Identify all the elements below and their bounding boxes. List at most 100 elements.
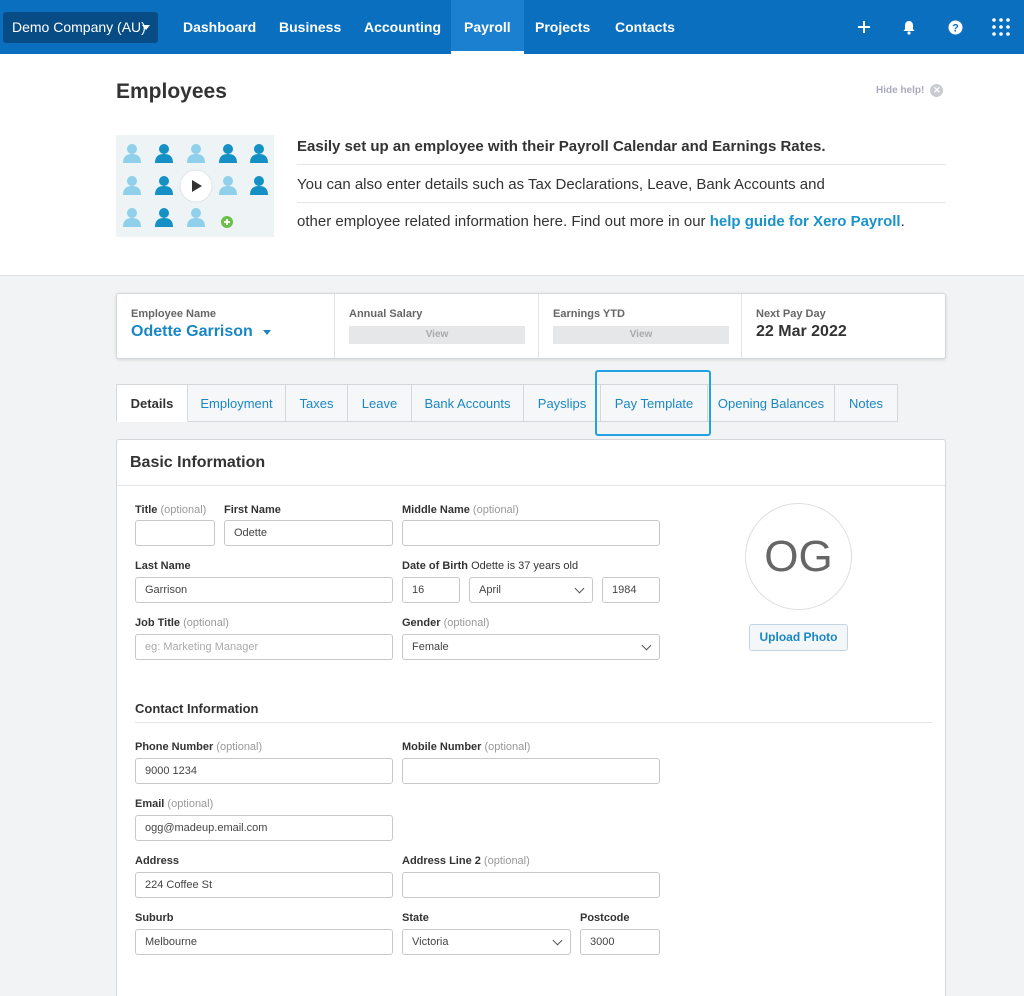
- title-label-text: Title: [135, 504, 158, 516]
- employee-switcher[interactable]: Odette Garrison: [131, 323, 334, 341]
- top-nav: Demo Company (AU) Dashboard Business Acc…: [0, 0, 1024, 54]
- tab-opening-balances[interactable]: Opening Balances: [708, 384, 835, 422]
- help-headline: Easily set up an employee with their Pay…: [297, 138, 826, 155]
- dob-year-field[interactable]: 1984: [602, 577, 660, 603]
- address-label: Address: [135, 855, 180, 867]
- dob-label: Date of Birth Odette is 37 years old: [402, 560, 578, 572]
- postcode-field[interactable]: 3000: [580, 929, 660, 955]
- tab-employment[interactable]: Employment: [188, 384, 286, 422]
- basic-information-heading: Basic Information: [130, 454, 266, 471]
- divider: [135, 722, 932, 723]
- tab-taxes[interactable]: Taxes: [286, 384, 348, 422]
- nav-accounting[interactable]: Accounting: [351, 0, 454, 54]
- dob-label-text: Date of Birth: [402, 560, 468, 572]
- employees-illustration-video[interactable]: [116, 135, 274, 237]
- nav-contacts[interactable]: Contacts: [602, 0, 688, 54]
- address-line-2-label: Address Line 2 (optional): [402, 855, 530, 867]
- suburb-field[interactable]: Melbourne: [135, 929, 393, 955]
- optional-text: (optional): [443, 617, 490, 629]
- mobile-label-text: Mobile Number: [402, 741, 482, 753]
- divider: [297, 164, 946, 165]
- phone-label-text: Phone Number: [135, 741, 214, 753]
- employee-summary-card: Employee Name Odette Garrison Annual Sal…: [116, 293, 946, 359]
- title-field[interactable]: [135, 520, 215, 546]
- dob-day-field[interactable]: 16: [402, 577, 460, 603]
- help-text-prefix: other employee related information here.…: [297, 213, 710, 230]
- first-name-field[interactable]: Odette: [224, 520, 393, 546]
- tab-bank-accounts[interactable]: Bank Accounts: [412, 384, 524, 422]
- optional-text: (optional): [484, 741, 531, 753]
- help-text-line-3: other employee related information here.…: [297, 213, 905, 230]
- help-text-line-2: You can also enter details such as Tax D…: [297, 176, 825, 193]
- optional-text: (optional): [216, 741, 263, 753]
- optional-text: (optional): [483, 855, 530, 867]
- tab-leave[interactable]: Leave: [348, 384, 412, 422]
- tab-notes[interactable]: Notes: [835, 384, 898, 422]
- next-pay-day-label: Next Pay Day: [756, 308, 826, 320]
- svg-text:?: ?: [952, 22, 959, 34]
- plus-icon[interactable]: [852, 0, 876, 54]
- phone-field[interactable]: 9000 1234: [135, 758, 393, 784]
- suburb-label: Suburb: [135, 912, 174, 924]
- employee-name: Odette Garrison: [131, 323, 253, 340]
- dob-month-select[interactable]: April: [469, 577, 593, 603]
- last-name-label: Last Name: [135, 560, 191, 572]
- phone-label: Phone Number (optional): [135, 741, 262, 753]
- address-line-2-field[interactable]: [402, 872, 660, 898]
- hide-help-link[interactable]: Hide help! ✕: [876, 84, 944, 97]
- state-label: State: [402, 912, 429, 924]
- address-field[interactable]: 224 Coffee St: [135, 872, 393, 898]
- nav-payroll[interactable]: Payroll: [451, 0, 524, 54]
- pay-template-highlight: [595, 370, 711, 436]
- page-title: Employees: [116, 80, 227, 103]
- email-label-text: Email: [135, 798, 165, 810]
- app-grid-icon[interactable]: [989, 0, 1013, 54]
- help-guide-link[interactable]: help guide for Xero Payroll: [710, 213, 901, 230]
- earnings-ytd-cell: Earnings YTD View: [539, 294, 742, 358]
- employee-name-label: Employee Name: [131, 308, 216, 320]
- optional-text: (optional): [167, 798, 214, 810]
- divider: [297, 202, 946, 203]
- caret-down-icon: [142, 25, 150, 30]
- middle-name-field[interactable]: [402, 520, 660, 546]
- next-pay-day-value: 22 Mar 2022: [756, 323, 847, 340]
- optional-text: (optional): [183, 617, 229, 629]
- nav-business[interactable]: Business: [266, 0, 354, 54]
- state-select[interactable]: Victoria: [402, 929, 571, 955]
- address-line-2-label-text: Address Line 2: [402, 855, 481, 867]
- job-title-field[interactable]: eg: Marketing Manager: [135, 634, 393, 660]
- avatar: OG: [745, 503, 852, 610]
- nav-projects[interactable]: Projects: [522, 0, 603, 54]
- annual-salary-view-button[interactable]: View: [349, 326, 525, 344]
- help-text-suffix: .: [900, 213, 905, 230]
- earnings-ytd-label: Earnings YTD: [553, 308, 625, 320]
- annual-salary-cell: Annual Salary View: [335, 294, 539, 358]
- gender-select[interactable]: Female: [402, 634, 660, 660]
- tab-payslips[interactable]: Payslips: [524, 384, 601, 422]
- email-field[interactable]: ogg@madeup.email.com: [135, 815, 393, 841]
- org-switcher[interactable]: Demo Company (AU): [3, 12, 158, 43]
- middle-name-label: Middle Name (optional): [402, 504, 519, 516]
- optional-text: (optional): [160, 504, 207, 516]
- age-note: Odette is 37 years old: [471, 560, 579, 572]
- close-icon: ✕: [930, 84, 944, 97]
- optional-text: (optional): [472, 504, 519, 516]
- next-pay-day-cell: Next Pay Day 22 Mar 2022: [742, 294, 945, 358]
- bell-icon[interactable]: [897, 0, 921, 54]
- gender-label-text: Gender: [402, 617, 441, 629]
- email-label: Email (optional): [135, 798, 213, 810]
- mobile-field[interactable]: [402, 758, 660, 784]
- employee-name-cell: Employee Name Odette Garrison: [117, 294, 335, 358]
- nav-dashboard[interactable]: Dashboard: [170, 0, 269, 54]
- divider: [117, 485, 945, 486]
- first-name-label: First Name: [224, 504, 281, 516]
- contact-information-heading: Contact Information: [135, 701, 259, 716]
- tab-details[interactable]: Details: [116, 384, 188, 422]
- hide-help-label: Hide help!: [876, 85, 925, 96]
- annual-salary-label: Annual Salary: [349, 308, 423, 320]
- help-icon[interactable]: ?: [943, 0, 967, 54]
- gender-label: Gender (optional): [402, 617, 489, 629]
- upload-photo-button[interactable]: Upload Photo: [749, 624, 848, 651]
- earnings-ytd-view-button[interactable]: View: [553, 326, 729, 344]
- last-name-field[interactable]: Garrison: [135, 577, 393, 603]
